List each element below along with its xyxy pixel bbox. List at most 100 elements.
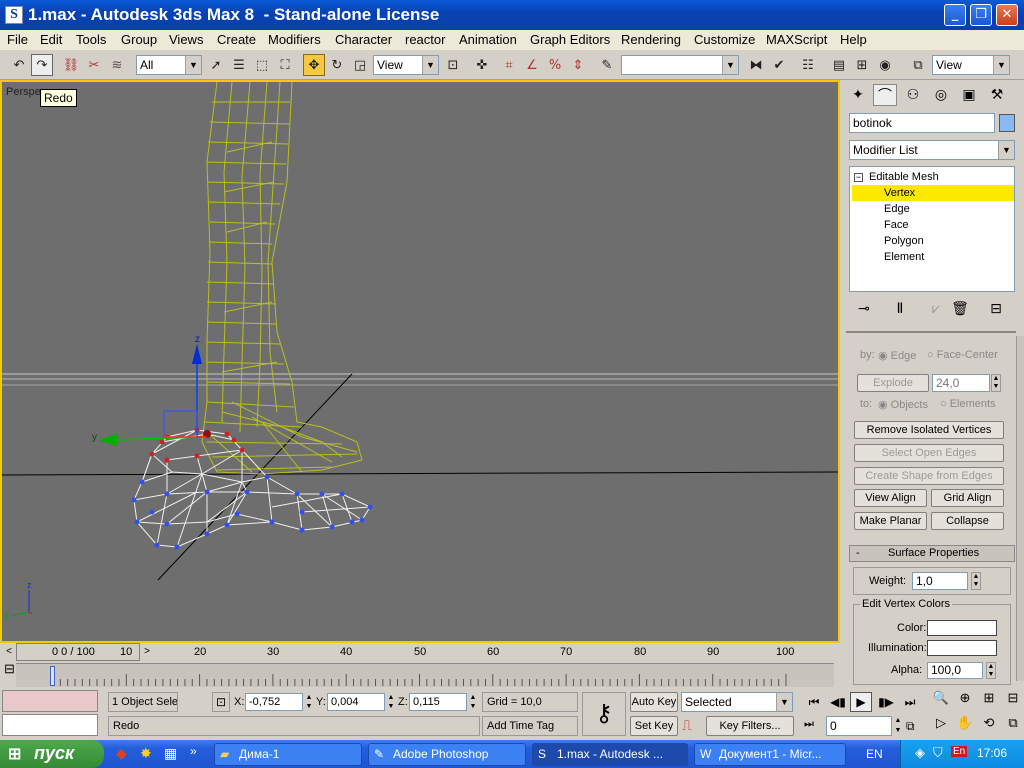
zoom-extents-all-icon[interactable]: ⊟: [1002, 690, 1024, 713]
select-and-rotate-icon[interactable]: ↻: [326, 54, 348, 76]
go-to-end-icon[interactable]: ⏭: [898, 692, 922, 712]
configure-sets-icon[interactable]: ⊟: [984, 298, 1008, 320]
move-gizmo[interactable]: z y: [92, 334, 207, 446]
menu-animation[interactable]: Animation: [459, 32, 517, 47]
maximize-icon[interactable]: ❐: [970, 4, 992, 26]
make-unique-icon[interactable]: ⩗: [924, 298, 948, 320]
grid-align-button[interactable]: Grid Align: [931, 489, 1004, 507]
z-spinner[interactable]: ▲ ▼: [468, 693, 478, 711]
play-icon[interactable]: ▶: [850, 692, 872, 712]
display-tab-icon[interactable]: ▣: [957, 84, 981, 106]
selection-filter-dropdown[interactable]: All ▼: [136, 55, 202, 75]
trackbar-toggle-icon[interactable]: ⊟: [4, 661, 18, 679]
zoom-extents-icon[interactable]: ⊞: [978, 690, 1000, 713]
remove-modifier-icon[interactable]: 🗑: [948, 298, 972, 320]
menu-rendering[interactable]: Rendering: [621, 32, 681, 47]
menu-tools[interactable]: Tools: [76, 32, 106, 47]
bind-to-space-warp-icon[interactable]: ≋: [106, 54, 128, 76]
hierarchy-tab-icon[interactable]: ⚇: [901, 84, 925, 106]
tray-app-icon[interactable]: ◈: [915, 745, 925, 761]
language-indicator[interactable]: EN: [866, 744, 883, 764]
schematic-view-icon[interactable]: ⊞: [851, 54, 873, 76]
3ds-max-app-icon[interactable]: S: [5, 6, 23, 24]
auto-key-button[interactable]: Auto Key: [630, 692, 678, 712]
pivot-center-icon[interactable]: ⊡: [442, 54, 464, 76]
menu-views[interactable]: Views: [169, 32, 203, 47]
stack-item-editable-mesh[interactable]: − Editable Mesh: [854, 169, 1016, 185]
menu-customize[interactable]: Customize: [694, 32, 755, 47]
create-tab-icon[interactable]: ✦: [846, 84, 870, 106]
previous-key-icon[interactable]: ◀▮: [826, 692, 850, 712]
task-word[interactable]: W Документ1 - Micr...: [694, 743, 846, 766]
stack-item-edge[interactable]: Edge: [852, 201, 1014, 217]
reference-coordinate-dropdown[interactable]: View ▼: [373, 55, 439, 75]
z-coordinate-field[interactable]: 0,115: [409, 693, 467, 711]
object-name-field[interactable]: botinok: [849, 113, 995, 133]
alpha-field[interactable]: 100,0: [927, 662, 983, 679]
input-language-badge[interactable]: En: [951, 746, 968, 757]
percent-snap-icon[interactable]: %: [544, 54, 566, 76]
explode-button[interactable]: Explode: [857, 374, 929, 392]
curve-editor-icon[interactable]: ▤: [828, 54, 850, 76]
current-frame-field[interactable]: 0: [826, 716, 892, 736]
stack-item-polygon[interactable]: Polygon: [852, 233, 1014, 249]
layer-manager-icon[interactable]: ☷: [797, 54, 819, 76]
close-icon[interactable]: ✕: [996, 4, 1018, 26]
weight-spinner[interactable]: ▲ ▼: [971, 572, 981, 590]
track-bar[interactable]: 0 10 20 30 40 50 60 70 80 90 100: [16, 646, 834, 687]
by-edge-radio[interactable]: ◉ Edge: [878, 349, 916, 362]
named-selection-sets-dropdown[interactable]: ▼: [621, 55, 739, 75]
rectangular-selection-icon[interactable]: ⬚: [251, 54, 273, 76]
perspective-viewport[interactable]: z y z y Perspe: [0, 80, 840, 643]
explode-value-field[interactable]: 24,0: [932, 374, 990, 392]
pan-icon[interactable]: ✋: [954, 715, 976, 738]
material-editor-icon[interactable]: ◉: [874, 54, 896, 76]
next-key-icon[interactable]: ▮▶: [874, 692, 898, 712]
surface-properties-rollout-header[interactable]: - Surface Properties: [849, 545, 1015, 562]
stack-item-vertex[interactable]: Vertex: [852, 185, 1014, 201]
menu-character[interactable]: Character: [335, 32, 392, 47]
viewport-label[interactable]: Perspe: [6, 86, 41, 98]
select-object-icon[interactable]: ➚: [205, 54, 227, 76]
select-and-link-icon[interactable]: ⛓: [60, 54, 82, 76]
quick-launch-expand-icon[interactable]: »: [190, 744, 197, 758]
add-time-tag-button[interactable]: Add Time Tag: [482, 716, 578, 736]
utilities-tab-icon[interactable]: ⚒: [985, 84, 1009, 106]
menu-edit[interactable]: Edit: [40, 32, 62, 47]
explode-spinner[interactable]: ▲ ▼: [991, 374, 1001, 392]
create-shape-button[interactable]: Create Shape from Edges: [854, 467, 1004, 485]
select-manipulate-icon[interactable]: ✜: [471, 54, 493, 76]
angle-snap-icon[interactable]: ∠: [521, 54, 543, 76]
modify-tab-icon[interactable]: ⌒: [873, 84, 897, 106]
zoom-all-icon[interactable]: ⊕: [954, 690, 976, 713]
field-of-view-icon[interactable]: ▷: [930, 715, 952, 738]
menu-reactor[interactable]: reactor: [405, 32, 445, 47]
maximize-viewport-icon[interactable]: ⧉: [1002, 715, 1024, 738]
start-button[interactable]: ⊞ пуск: [0, 740, 104, 768]
unlink-selection-icon[interactable]: ✂: [83, 54, 105, 76]
menu-maxscript[interactable]: MAXScript: [766, 32, 827, 47]
collapse-icon[interactable]: −: [854, 173, 863, 182]
menu-group[interactable]: Group: [121, 32, 157, 47]
task-3dsmax[interactable]: S 1.max - Autodesk ...: [532, 743, 688, 766]
menu-graph-editors[interactable]: Graph Editors: [530, 32, 610, 47]
y-spinner[interactable]: ▲ ▼: [386, 693, 396, 711]
pin-stack-icon[interactable]: ⊸: [852, 298, 876, 320]
zoom-icon[interactable]: 🔍: [930, 690, 952, 713]
align-icon[interactable]: ✔: [768, 54, 790, 76]
select-open-edges-button[interactable]: Select Open Edges: [854, 444, 1004, 462]
illumination-swatch[interactable]: [927, 640, 997, 656]
edit-named-selection-icon[interactable]: ✎: [596, 54, 618, 76]
to-elements-radio[interactable]: ○ Elements: [940, 398, 996, 410]
key-mode-toggle-icon[interactable]: ⏭: [804, 718, 822, 736]
menu-help[interactable]: Help: [840, 32, 867, 47]
next-frame-icon[interactable]: >: [140, 643, 154, 661]
window-crossing-icon[interactable]: ⛶: [274, 54, 296, 76]
key-filters-button[interactable]: Key Filters...: [706, 716, 794, 736]
stack-item-face[interactable]: Face: [852, 217, 1014, 233]
quick-launch-game-icon[interactable]: ✸: [140, 745, 158, 763]
task-photoshop[interactable]: ✎ Adobe Photoshop: [368, 743, 526, 766]
minimize-icon[interactable]: _: [944, 4, 966, 26]
alpha-spinner[interactable]: ▲ ▼: [986, 662, 996, 679]
tray-shield-icon[interactable]: ⛉: [933, 745, 943, 761]
